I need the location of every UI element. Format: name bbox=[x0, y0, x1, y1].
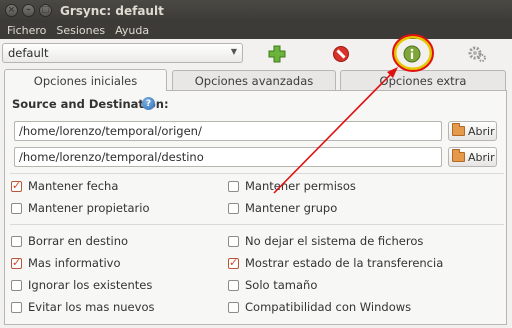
window-body: default ▼ Opciones iniciales Opciones av… bbox=[0, 39, 512, 328]
checkbox[interactable] bbox=[228, 256, 239, 269]
option-mantener-grupo[interactable]: Mantener grupo bbox=[228, 201, 337, 215]
tab-opciones-iniciales[interactable]: Opciones iniciales bbox=[4, 69, 167, 91]
option-label: Mantener permisos bbox=[245, 179, 356, 193]
source-open-label: Abrir bbox=[468, 124, 495, 138]
option-mantener-fecha[interactable]: Mantener fecha bbox=[11, 179, 118, 193]
option-mantener-permisos[interactable]: Mantener permisos bbox=[228, 179, 356, 193]
window-title: Grsync: default bbox=[60, 3, 164, 18]
destination-open-label: Abrir bbox=[468, 150, 495, 164]
menu-bar: Fichero Sesiones Ayuda bbox=[0, 21, 512, 39]
checkbox[interactable] bbox=[11, 256, 22, 269]
option-label: No dejar el sistema de ficheros bbox=[245, 234, 424, 248]
checkbox[interactable] bbox=[11, 202, 22, 214]
option-label: Mostrar estado de la transferencia bbox=[245, 256, 444, 270]
checkbox[interactable] bbox=[11, 235, 22, 247]
help-icon[interactable]: ? bbox=[142, 97, 155, 110]
option-label: Evitar los mas nuevos bbox=[28, 300, 155, 314]
option-mostrar-estado-transferencia[interactable]: Mostrar estado de la transferencia bbox=[228, 256, 443, 270]
tab-bar: Opciones iniciales Opciones avanzadas Op… bbox=[4, 69, 507, 91]
gears-icon bbox=[468, 46, 486, 62]
option-label: Ignorar los existentes bbox=[28, 278, 153, 292]
checkbox[interactable] bbox=[11, 279, 22, 291]
menu-ayuda[interactable]: Ayuda bbox=[110, 24, 154, 37]
folder-open-icon bbox=[452, 123, 465, 136]
option-evitar-mas-nuevos[interactable]: Evitar los mas nuevos bbox=[11, 300, 154, 314]
option-label: Compatibilidad con Windows bbox=[245, 300, 412, 314]
checkbox[interactable] bbox=[228, 235, 239, 247]
plus-green-icon bbox=[268, 45, 286, 63]
add-session-button[interactable] bbox=[263, 41, 291, 67]
option-label: Mantener grupo bbox=[245, 201, 338, 215]
menu-fichero[interactable]: Fichero bbox=[2, 24, 51, 37]
tab-opciones-extra[interactable]: Opciones extra bbox=[340, 70, 506, 91]
option-label: Mantener fecha bbox=[28, 179, 119, 193]
option-label: Borrar en destino bbox=[28, 234, 129, 248]
no-entry-red-icon bbox=[333, 46, 349, 62]
checkbox[interactable] bbox=[11, 179, 22, 192]
checkbox[interactable] bbox=[228, 180, 239, 192]
destination-open-button[interactable]: Abrir bbox=[448, 147, 497, 167]
source-open-button[interactable]: Abrir bbox=[448, 121, 497, 141]
checkbox[interactable] bbox=[228, 202, 239, 214]
info-button[interactable] bbox=[398, 41, 426, 67]
checkbox[interactable] bbox=[228, 301, 239, 313]
maximize-window-button[interactable]: □ bbox=[39, 4, 52, 17]
tab-opciones-avanzadas[interactable]: Opciones avanzadas bbox=[172, 70, 336, 91]
option-label: Mantener propietario bbox=[28, 201, 150, 215]
option-solo-tamano[interactable]: Solo tamaño bbox=[228, 278, 317, 292]
info-green-icon bbox=[403, 45, 421, 63]
option-label: Mas informativo bbox=[28, 256, 121, 270]
close-window-button[interactable]: × bbox=[5, 4, 18, 17]
option-mas-informativo[interactable]: Mas informativo bbox=[11, 256, 121, 270]
folder-open-icon bbox=[452, 149, 465, 162]
session-value: default bbox=[8, 46, 49, 60]
option-label: Solo tamaño bbox=[245, 278, 318, 292]
divider bbox=[10, 224, 504, 225]
title-bar: × – □ Grsync: default bbox=[0, 0, 512, 21]
option-no-dejar-sistema-ficheros[interactable]: No dejar el sistema de ficheros bbox=[228, 234, 423, 248]
delete-session-button[interactable] bbox=[327, 41, 355, 67]
chevron-down-icon: ▼ bbox=[230, 47, 237, 56]
option-ignorar-existentes[interactable]: Ignorar los existentes bbox=[11, 278, 152, 292]
option-mantener-propietario[interactable]: Mantener propietario bbox=[11, 201, 150, 215]
option-borrar-en-destino[interactable]: Borrar en destino bbox=[11, 234, 128, 248]
divider bbox=[10, 173, 504, 174]
option-compatibilidad-windows[interactable]: Compatibilidad con Windows bbox=[228, 300, 411, 314]
source-path-field[interactable]: /home/lorenzo/temporal/origen/ bbox=[14, 121, 442, 141]
checkbox[interactable] bbox=[228, 279, 239, 291]
menu-sesiones[interactable]: Sesiones bbox=[51, 24, 110, 37]
session-select[interactable]: default ▼ bbox=[2, 43, 243, 63]
checkbox[interactable] bbox=[11, 301, 22, 313]
minimize-window-button[interactable]: – bbox=[22, 4, 35, 17]
destination-path-field[interactable]: /home/lorenzo/temporal/destino bbox=[14, 147, 442, 167]
execute-button[interactable] bbox=[463, 41, 491, 67]
